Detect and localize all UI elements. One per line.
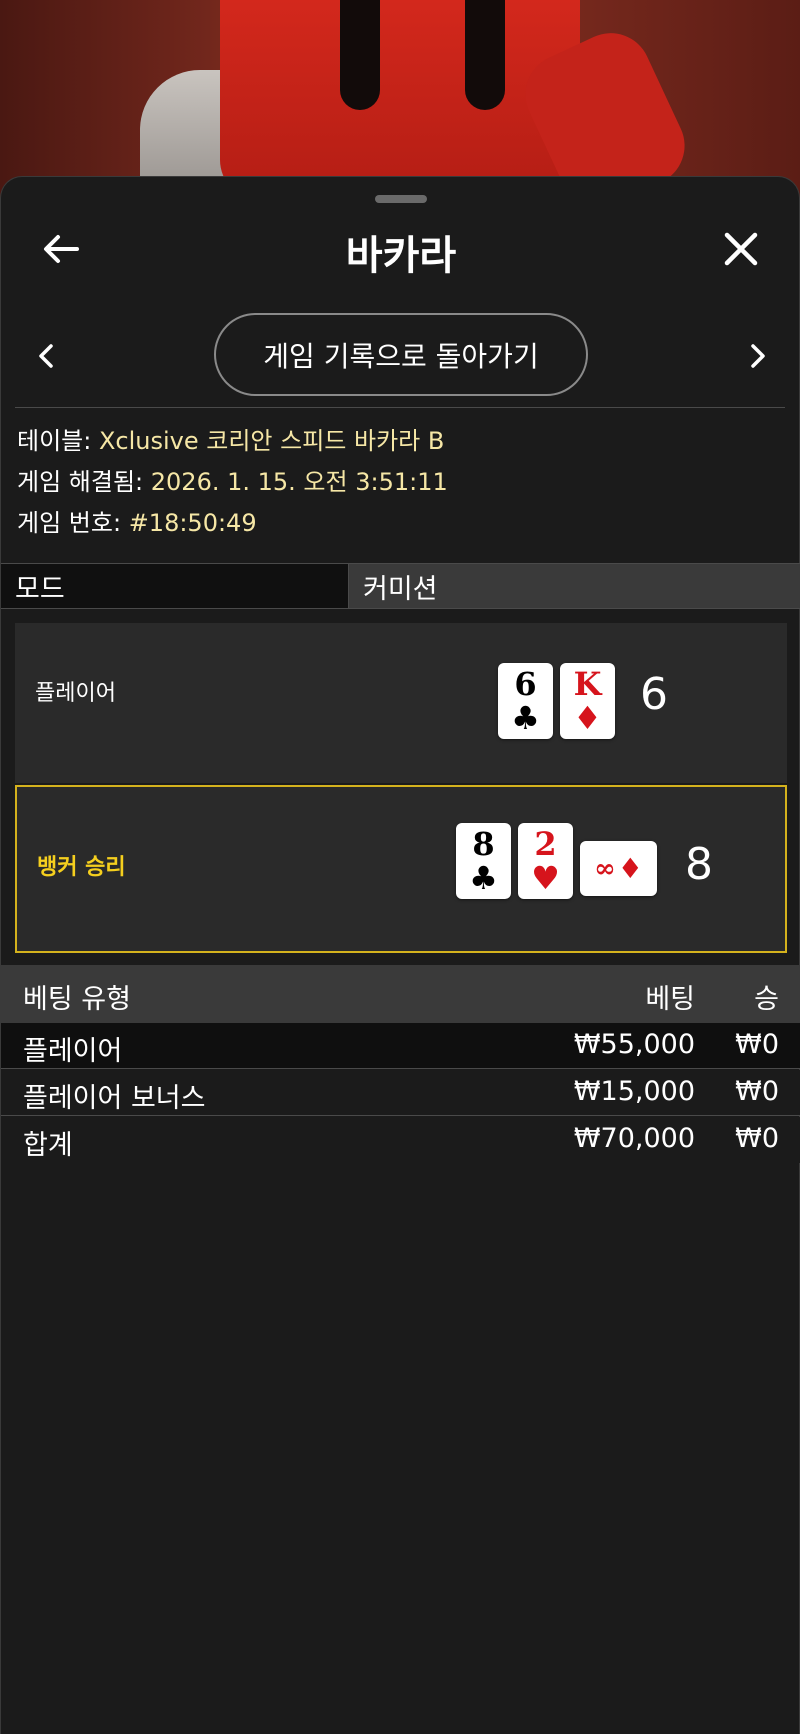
playing-card: 8 ♣ bbox=[456, 823, 511, 899]
banker-hand-label: 뱅커 승리 bbox=[37, 855, 126, 880]
table-row: 플레이어 ₩55,000 ₩0 bbox=[1, 1023, 800, 1069]
page-title: 바카라 bbox=[345, 233, 457, 279]
hands-panel: 플레이어 6 ♣ K ♦ 6 뱅커 승리 8 ♣ 2 ♥ ∞ ♦ 8 bbox=[15, 623, 787, 953]
table-value: Xclusive 코리안 스피드 바카라 B bbox=[98, 427, 445, 455]
win-amount: ₩0 bbox=[735, 1029, 779, 1060]
table-label: 테이블: bbox=[17, 427, 92, 455]
sheet-header: 바카라 bbox=[1, 207, 800, 287]
chevron-right-icon bbox=[751, 344, 765, 368]
resolved-label: 게임 해결됨: bbox=[17, 468, 144, 496]
chevron-left-icon bbox=[39, 344, 53, 368]
playing-card: K ♦ bbox=[560, 663, 615, 739]
divider bbox=[15, 407, 785, 408]
next-game-button[interactable] bbox=[733, 331, 783, 381]
bets-table-header: 베팅 유형 베팅 승 bbox=[1, 965, 800, 1023]
tab-commission[interactable]: 커미션 bbox=[349, 564, 800, 608]
bet-type: 플레이어 보너스 bbox=[23, 1083, 206, 1114]
game-navigation: 게임 기록으로 돌아가기 bbox=[1, 313, 800, 403]
game-info: 테이블: Xclusive 코리안 스피드 바카라 B 게임 해결됨: 2026… bbox=[17, 421, 448, 544]
player-hand: 플레이어 6 ♣ K ♦ 6 bbox=[15, 623, 787, 783]
banker-hand: 뱅커 승리 8 ♣ 2 ♥ ∞ ♦ 8 bbox=[15, 785, 787, 953]
game-number-value: #18:50:49 bbox=[128, 509, 257, 537]
total-row: 합계 ₩70,000 ₩0 bbox=[1, 1117, 800, 1163]
bet-amount: ₩55,000 bbox=[573, 1029, 695, 1060]
table-info: 테이블: Xclusive 코리안 스피드 바카라 B bbox=[17, 421, 448, 462]
win-amount-header: 승 bbox=[754, 984, 779, 1015]
total-label: 합계 bbox=[23, 1130, 73, 1161]
previous-game-button[interactable] bbox=[21, 331, 71, 381]
player-hand-label: 플레이어 bbox=[35, 681, 116, 706]
game-number-label: 게임 번호: bbox=[17, 509, 122, 537]
win-amount: ₩0 bbox=[735, 1076, 779, 1107]
mode-tabs: 모드 커미션 bbox=[1, 563, 800, 609]
bet-amount-header: 베팅 bbox=[645, 984, 695, 1015]
bet-type-header: 베팅 유형 bbox=[23, 984, 131, 1015]
sheet-grabber[interactable] bbox=[375, 195, 427, 203]
close-button[interactable] bbox=[711, 219, 771, 279]
resolved-info: 게임 해결됨: 2026. 1. 15. 오전 3:51:11 bbox=[17, 462, 448, 503]
table-row: 플레이어 보너스 ₩15,000 ₩0 bbox=[1, 1070, 800, 1116]
banker-score: 8 bbox=[685, 839, 713, 890]
playing-card-sideways: ∞ ♦ bbox=[580, 841, 657, 896]
live-video-background bbox=[0, 0, 800, 200]
total-win: ₩0 bbox=[735, 1123, 779, 1154]
player-score: 6 bbox=[640, 669, 668, 720]
back-to-history-button[interactable]: 게임 기록으로 돌아가기 bbox=[214, 313, 588, 396]
close-icon bbox=[724, 232, 758, 266]
bet-amount: ₩15,000 bbox=[573, 1076, 695, 1107]
playing-card: 6 ♣ bbox=[498, 663, 553, 739]
game-history-sheet: 바카라 게임 기록으로 돌아가기 테이블: Xclusive 코리안 스피드 바… bbox=[0, 176, 800, 1734]
total-bet: ₩70,000 bbox=[573, 1123, 695, 1154]
game-number-info: 게임 번호: #18:50:49 bbox=[17, 503, 448, 544]
playing-card: 2 ♥ bbox=[518, 823, 573, 899]
bet-type: 플레이어 bbox=[23, 1036, 123, 1067]
tab-mode[interactable]: 모드 bbox=[1, 564, 349, 608]
resolved-value: 2026. 1. 15. 오전 3:51:11 bbox=[150, 468, 448, 496]
